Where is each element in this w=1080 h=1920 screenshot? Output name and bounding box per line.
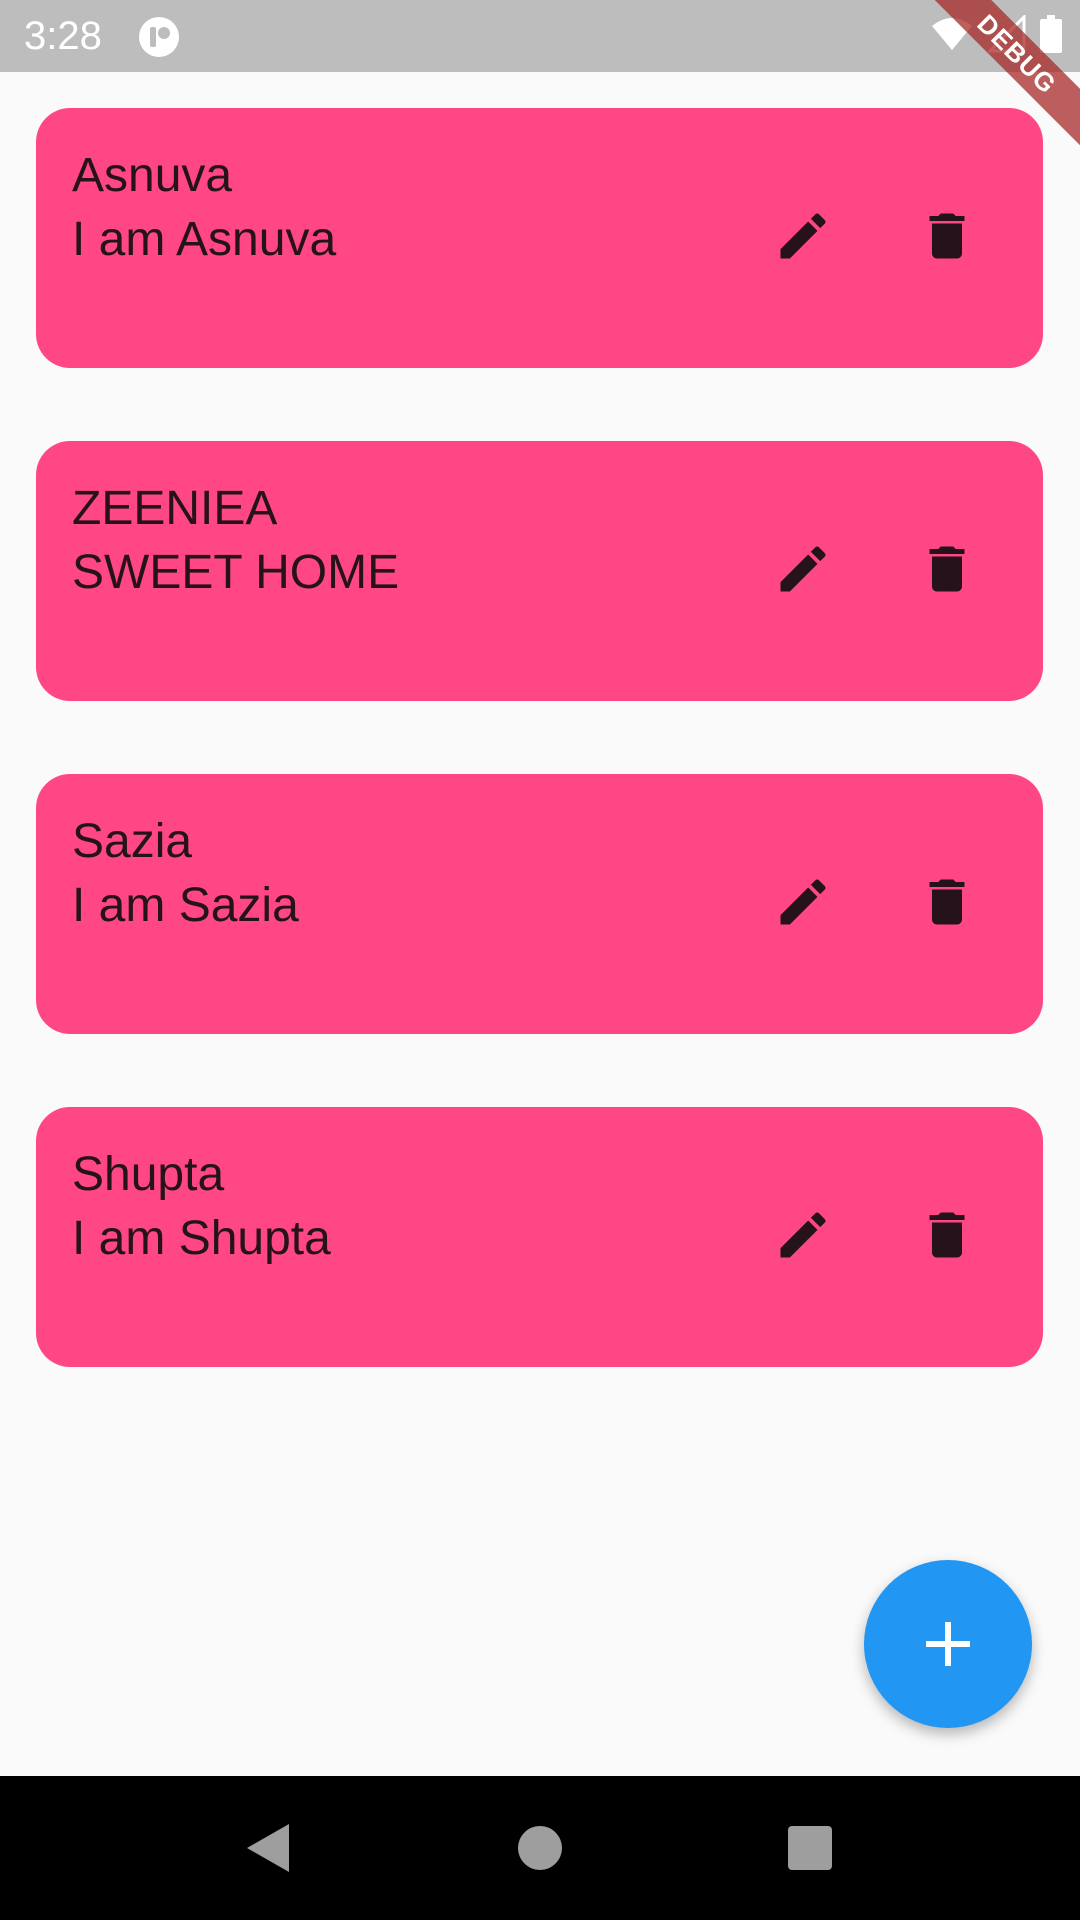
- note-card[interactable]: Asnuva I am Asnuva: [36, 108, 1043, 368]
- delete-icon: [929, 1212, 965, 1258]
- note-body: I am Shupta: [72, 1212, 331, 1265]
- home-icon: [518, 1826, 562, 1870]
- edit-button[interactable]: [773, 539, 833, 599]
- back-button[interactable]: [238, 1818, 298, 1878]
- delete-button[interactable]: [917, 872, 977, 932]
- delete-button[interactable]: [917, 1205, 977, 1265]
- note-actions: [773, 1205, 977, 1265]
- add-icon: [926, 1622, 970, 1666]
- back-icon: [247, 1824, 289, 1872]
- delete-icon: [929, 546, 965, 592]
- status-time: 3:28: [24, 14, 102, 58]
- app-indicator-icon: [138, 16, 180, 58]
- note-card[interactable]: ZEENIEA SWEET HOME: [36, 441, 1043, 701]
- delete-icon: [929, 213, 965, 259]
- status-bar: 3:28: [0, 0, 1080, 72]
- note-title: ZEENIEA: [72, 482, 278, 535]
- app-screen: 3:28 DEBUG Asnuva I am Asnuva ZEENIEA SW…: [0, 0, 1080, 1920]
- note-body: I am Asnuva: [72, 213, 337, 266]
- edit-icon: [780, 1212, 826, 1258]
- delete-button[interactable]: [917, 206, 977, 266]
- edit-icon: [780, 546, 826, 592]
- home-button[interactable]: [510, 1818, 570, 1878]
- navigation-bar: [0, 1776, 1080, 1920]
- note-title: Asnuva: [72, 149, 233, 202]
- note-list: Asnuva I am Asnuva ZEENIEA SWEET HOME Sa…: [36, 108, 1043, 1440]
- edit-icon: [780, 879, 826, 925]
- note-title: Sazia: [72, 815, 193, 868]
- note-card[interactable]: Sazia I am Sazia: [36, 774, 1043, 1034]
- delete-icon: [929, 879, 965, 925]
- note-body: I am Sazia: [72, 879, 299, 932]
- edit-button[interactable]: [773, 1205, 833, 1265]
- edit-button[interactable]: [773, 206, 833, 266]
- note-card[interactable]: Shupta I am Shupta: [36, 1107, 1043, 1367]
- delete-button[interactable]: [917, 539, 977, 599]
- note-actions: [773, 206, 977, 266]
- edit-button[interactable]: [773, 872, 833, 932]
- edit-icon: [780, 213, 826, 259]
- recents-icon: [788, 1826, 832, 1870]
- note-title: Shupta: [72, 1148, 225, 1201]
- recents-button[interactable]: [780, 1818, 840, 1878]
- note-actions: [773, 539, 977, 599]
- note-actions: [773, 872, 977, 932]
- add-note-button[interactable]: [864, 1560, 1032, 1728]
- note-body: SWEET HOME: [72, 546, 400, 599]
